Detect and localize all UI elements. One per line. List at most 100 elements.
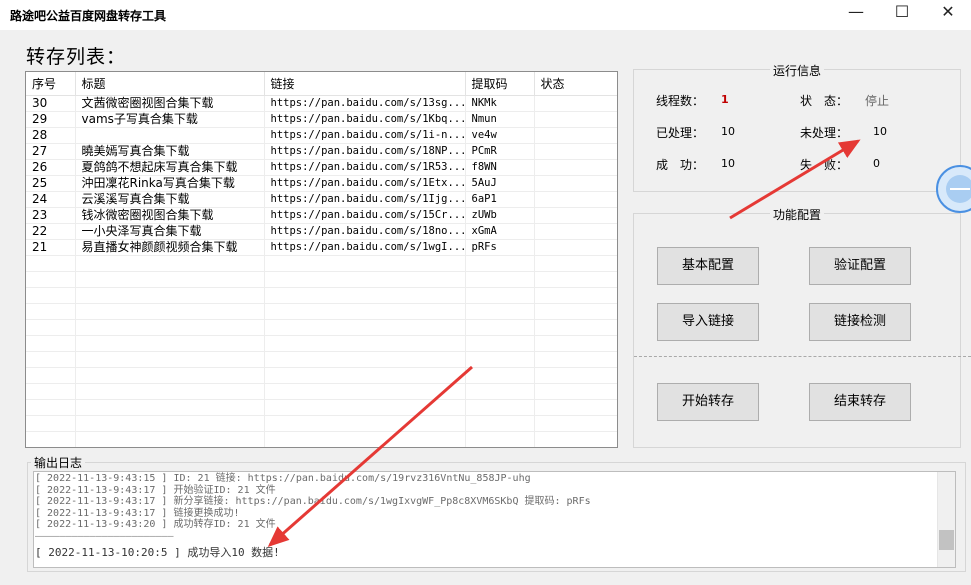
cell-index: 28	[26, 127, 76, 144]
cell-link: https://pan.baidu.com/s/18NP...	[264, 143, 466, 160]
column-header-status[interactable]: 状态	[534, 72, 617, 96]
table-row[interactable]: 22 一小央泽写真合集下载 https://pan.baidu.com/s/18no…	[26, 223, 617, 240]
verify-config-button[interactable]: 验证配置	[809, 247, 911, 285]
cell-link: https://pan.baidu.com/s/1Kbq...	[264, 111, 466, 128]
end-transfer-button[interactable]: 结束转存	[809, 383, 911, 421]
cell-index: 27	[26, 143, 76, 160]
table-row[interactable]: 26 夏鸽鸽不想起床写真合集下载 https://pan.baidu.com/s/1…	[26, 159, 617, 176]
cell-status	[534, 239, 617, 256]
table-header-row: 序号 标题 链接 提取码 状态	[26, 72, 617, 96]
cell-index: 22	[26, 223, 76, 240]
cell-link: https://pan.baidu.com/s/13sg...	[264, 95, 466, 112]
cell-status	[534, 143, 617, 160]
log-final-line: [ 2022-11-13-10:20:5 ] 成功导入10 数据!	[35, 545, 280, 559]
cell-status	[534, 223, 617, 240]
cell-status	[534, 191, 617, 208]
empty-row	[26, 415, 617, 432]
cell-index: 30	[26, 95, 76, 112]
cell-link: https://pan.baidu.com/s/1wgI...	[264, 239, 466, 256]
fail-value: 0	[873, 157, 880, 170]
column-header-code[interactable]: 提取码	[465, 72, 535, 96]
table-row[interactable]: 29 vams子写真合集下载 https://pan.baidu.com/s/1Kb…	[26, 111, 617, 128]
check-links-button[interactable]: 链接检测	[809, 303, 911, 341]
run-info-legend: 运行信息	[770, 62, 825, 79]
cell-link: https://pan.baidu.com/s/1Ijg...	[264, 191, 466, 208]
empty-row	[26, 287, 617, 304]
log-separator: ———————————————————————	[35, 530, 174, 542]
empty-row	[26, 335, 617, 352]
empty-row	[26, 303, 617, 320]
cell-code: pRFs	[465, 239, 535, 256]
cell-status	[534, 207, 617, 224]
cell-title: 钱冰微密圈视图合集下载	[75, 207, 265, 224]
table-row[interactable]: 25 沖田凜花Rinka写真合集下载 https://pan.baidu.com/s…	[26, 175, 617, 192]
log-output[interactable]: [ 2022-11-13-9:43:15 ] ID: 21 链接: https:…	[33, 471, 956, 568]
cell-title: 夏鸽鸽不想起床写真合集下载	[75, 159, 265, 176]
success-value: 10	[721, 157, 735, 170]
floating-assistant-icon[interactable]	[936, 165, 971, 213]
state-value: 停止	[865, 94, 890, 108]
window-title: 路途吧公益百度网盘转存工具	[10, 9, 167, 23]
empty-row	[26, 399, 617, 416]
threads-label: 线程数：	[656, 94, 705, 108]
log-scrollbar[interactable]	[937, 472, 955, 567]
transfer-list[interactable]: 序号 标题 链接 提取码 状态 30 文茜微密圈视图合集下载 https://pan…	[25, 71, 618, 448]
table-row[interactable]: 21 易直播女神颜颜视频合集下载 https://pan.baidu.com/s/1…	[26, 239, 617, 256]
empty-row	[26, 383, 617, 400]
minimize-button[interactable]: —	[833, 0, 879, 30]
cell-code: f8WN	[465, 159, 535, 176]
table-row[interactable]: 28 https://pan.baidu.com/s/1i-n... ve4w	[26, 127, 617, 144]
cell-status	[534, 95, 617, 112]
transfer-table: 序号 标题 链接 提取码 状态 30 文茜微密圈视图合集下载 https://pan…	[26, 72, 617, 447]
cell-link: https://pan.baidu.com/s/15Cr...	[264, 207, 466, 224]
cell-title: 文茜微密圈视图合集下载	[75, 95, 265, 112]
processed-value: 10	[721, 125, 735, 138]
table-row[interactable]: 27 曉美嫣写真合集下载 https://pan.baidu.com/s/18NP.…	[26, 143, 617, 160]
empty-row	[26, 367, 617, 384]
cell-link: https://pan.baidu.com/s/18no...	[264, 223, 466, 240]
cell-code: NKMk	[465, 95, 535, 112]
cell-index: 26	[26, 159, 76, 176]
transfer-list-title: 转存列表：	[26, 46, 127, 68]
cell-title: vams子写真合集下载	[75, 111, 265, 128]
import-links-button[interactable]: 导入链接	[657, 303, 759, 341]
empty-row	[26, 255, 617, 272]
log-line: [ 2022-11-13-9:43:17 ] 链接更换成功!	[35, 507, 240, 519]
processed-label: 已处理：	[656, 126, 705, 140]
start-transfer-button[interactable]: 开始转存	[657, 383, 759, 421]
cell-status	[534, 111, 617, 128]
close-button[interactable]: ✕	[925, 0, 971, 30]
success-label: 成 功：	[656, 158, 705, 172]
table-row[interactable]: 30 文茜微密圈视图合集下载 https://pan.baidu.com/s/13s…	[26, 95, 617, 112]
empty-row	[26, 431, 617, 447]
cell-code: 5AuJ	[465, 175, 535, 192]
cell-title: 云溪溪写真合集下载	[75, 191, 265, 208]
log-lines: [ 2022-11-13-9:43:15 ] ID: 21 链接: https:…	[35, 473, 935, 560]
cell-index: 29	[26, 111, 76, 128]
empty-row	[26, 351, 617, 368]
column-header-link[interactable]: 链接	[264, 72, 466, 96]
cell-title	[75, 127, 265, 144]
log-line: [ 2022-11-13-9:43:20 ] 成功转存ID: 21 文件	[35, 519, 276, 530]
cell-index: 21	[26, 239, 76, 256]
empty-row	[26, 319, 617, 336]
table-row[interactable]: 24 云溪溪写真合集下载 https://pan.baidu.com/s/1Ijg.…	[26, 191, 617, 208]
log-legend: 输出日志	[31, 454, 86, 471]
cell-link: https://pan.baidu.com/s/1R53...	[264, 159, 466, 176]
log-line: [ 2022-11-13-9:43:15 ] ID: 21 链接: https:…	[35, 473, 531, 484]
cell-code: ve4w	[465, 127, 535, 144]
cell-index: 23	[26, 207, 76, 224]
cell-title: 易直播女神颜颜视频合集下载	[75, 239, 265, 256]
cell-code: PCmR	[465, 143, 535, 160]
state-label: 状 态：	[800, 94, 849, 108]
log-scroll-thumb[interactable]	[939, 530, 954, 550]
basic-config-button[interactable]: 基本配置	[657, 247, 759, 285]
table-row[interactable]: 23 钱冰微密圈视图合集下载 https://pan.baidu.com/s/15C…	[26, 207, 617, 224]
log-line: [ 2022-11-13-9:43:17 ] 新分享链接: https://pa…	[35, 496, 591, 507]
column-header-title[interactable]: 标题	[75, 72, 265, 96]
maximize-button[interactable]: ☐	[879, 0, 925, 30]
column-header-index[interactable]: 序号	[26, 72, 76, 96]
floating-assistant-mark	[950, 188, 970, 190]
threads-value: 1	[721, 93, 729, 106]
cell-code: 6aP1	[465, 191, 535, 208]
